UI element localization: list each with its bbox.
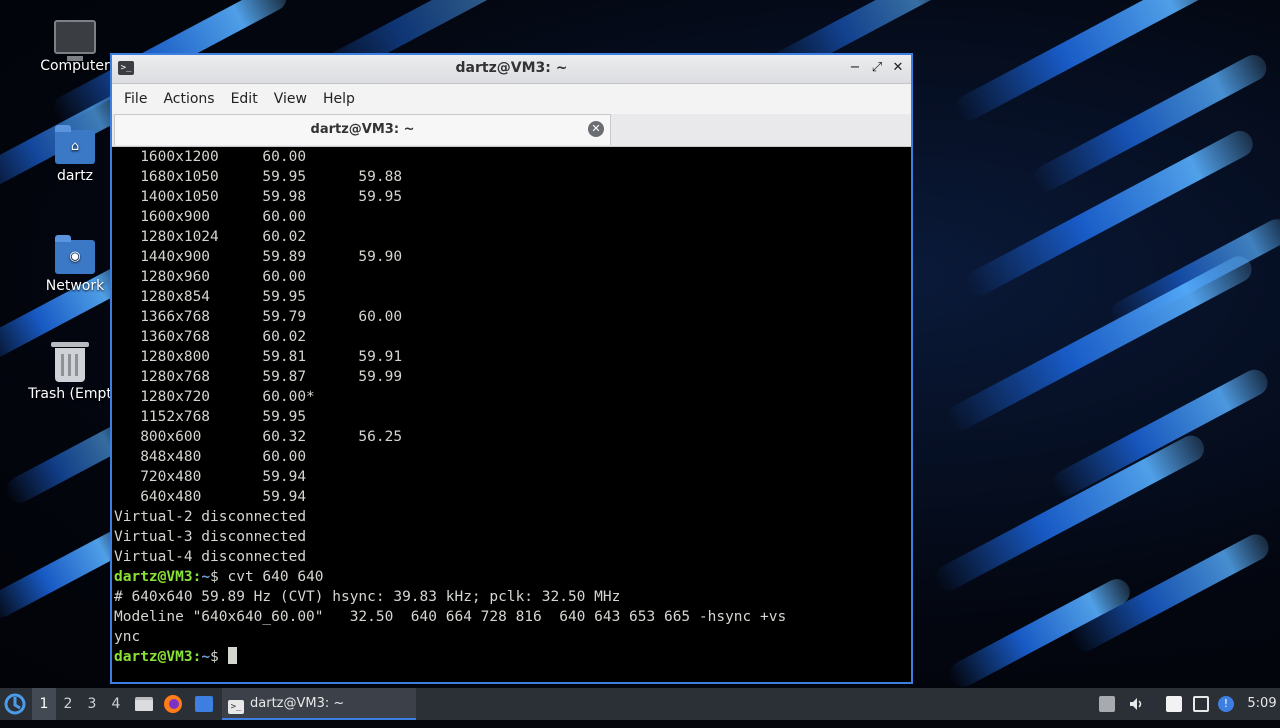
- mode-line: 848x480 60.00: [114, 449, 307, 465]
- prompt-command: $: [210, 649, 228, 665]
- window-titlebar[interactable]: >_ dartz@VM3: ~ − ⤢ ✕: [112, 55, 911, 84]
- task-label: dartz@VM3: ~: [250, 696, 345, 711]
- lxqt-logo-icon: [4, 693, 26, 715]
- show-desktop-button[interactable]: [194, 688, 216, 720]
- menu-file[interactable]: File: [116, 91, 155, 107]
- output-line: Virtual-3 disconnected: [114, 529, 307, 545]
- output-line: Virtual-2 disconnected: [114, 509, 307, 525]
- close-button[interactable]: ✕: [888, 58, 908, 78]
- terminal-tab[interactable]: dartz@VM3: ~ ✕: [114, 114, 611, 145]
- mode-line: 1600x900 60.00: [114, 209, 307, 225]
- terminal-window: >_ dartz@VM3: ~ − ⤢ ✕ File Actions Edit …: [110, 53, 913, 684]
- workspace-1[interactable]: 1: [32, 688, 56, 720]
- tab-close-icon[interactable]: ✕: [588, 121, 604, 137]
- prompt-path: ~: [201, 569, 211, 585]
- prompt-user: dartz@VM3:: [114, 649, 202, 665]
- mode-line: 1280x800 59.81 59.91: [114, 349, 403, 365]
- trash-icon: [20, 342, 120, 382]
- computer-icon: [25, 20, 125, 61]
- window-title: dartz@VM3: ~: [455, 60, 568, 76]
- firefox-icon: [164, 695, 182, 713]
- mode-line: 1440x900 59.89 59.90: [114, 249, 403, 265]
- volume-icon[interactable]: [1128, 696, 1144, 712]
- file-manager-icon: [135, 697, 153, 711]
- prompt-line: dartz@VM3:~$: [114, 647, 911, 667]
- output-line: # 640x640 59.89 Hz (CVT) hsync: 39.83 kH…: [114, 589, 621, 605]
- terminal-task-icon: >_: [228, 700, 244, 714]
- workspace-3[interactable]: 3: [80, 688, 104, 720]
- output-line: Virtual-4 disconnected: [114, 549, 307, 565]
- clipboard-icon[interactable]: [1166, 696, 1182, 712]
- desktop-icon-trash[interactable]: Trash (Empt: [20, 342, 120, 402]
- taskbar-task-terminal[interactable]: >_ dartz@VM3: ~: [222, 688, 416, 720]
- mode-line: 1280x854 59.95: [114, 289, 307, 305]
- workspace-4[interactable]: 4: [104, 688, 128, 720]
- mode-line: 800x600 60.32 56.25: [114, 429, 403, 445]
- text-cursor: [227, 647, 237, 664]
- update-notifier-icon[interactable]: !: [1218, 696, 1234, 712]
- menu-view[interactable]: View: [266, 91, 315, 107]
- clock[interactable]: 5:09: [1246, 688, 1278, 720]
- mode-line: 1400x1050 59.98 59.95: [114, 189, 403, 205]
- workspace-2[interactable]: 2: [56, 688, 80, 720]
- desktop-icon-label: Trash (Empt: [28, 386, 112, 402]
- menu-bar: File Actions Edit View Help: [112, 84, 911, 114]
- terminal-output[interactable]: 1600x1200 60.00 1680x1050 59.95 59.88 14…: [112, 147, 911, 682]
- tab-bar: dartz@VM3: ~ ✕: [112, 114, 911, 147]
- output-line: ync: [114, 629, 141, 645]
- prompt-line: dartz@VM3:~$ cvt 640 640: [114, 567, 911, 587]
- minimize-button[interactable]: −: [845, 58, 865, 78]
- mode-line: 1152x768 59.95: [114, 409, 307, 425]
- mode-line: 1360x768 60.02: [114, 329, 307, 345]
- desktop-icon-label: Network: [45, 278, 105, 294]
- output-line: Modeline "640x640_60.00" 32.50 640 664 7…: [114, 609, 787, 625]
- mode-line: 1280x720 60.00*: [114, 389, 315, 405]
- mode-line: 1280x960 60.00: [114, 269, 307, 285]
- mode-line: 1600x1200 60.00: [114, 149, 307, 165]
- tab-label: dartz@VM3: ~: [310, 122, 415, 137]
- display-icon[interactable]: [1193, 696, 1209, 712]
- mode-line: 1366x768 59.79 60.00: [114, 309, 403, 325]
- tray-arrow-icon[interactable]: [1099, 696, 1115, 712]
- mode-line: 1280x768 59.87 59.99: [114, 369, 403, 385]
- mode-line: 1680x1050 59.95 59.88: [114, 169, 403, 185]
- file-manager-launcher[interactable]: [134, 688, 156, 720]
- prompt-command: $ cvt 640 640: [210, 569, 324, 585]
- prompt-user: dartz@VM3:: [114, 569, 202, 585]
- maximize-button[interactable]: ⤢: [867, 58, 887, 78]
- mode-line: 720x480 59.94: [114, 469, 307, 485]
- app-menu-button[interactable]: [4, 688, 28, 720]
- menu-actions[interactable]: Actions: [155, 91, 222, 107]
- desktop-icon: [195, 696, 213, 712]
- taskbar: 1 2 3 4 >_ dartz@VM3: ~ ! 5:09: [0, 688, 1280, 720]
- firefox-launcher[interactable]: [163, 688, 185, 720]
- prompt-path: ~: [201, 649, 211, 665]
- menu-help[interactable]: Help: [315, 91, 363, 107]
- mode-line: 1280x1024 60.02: [114, 229, 307, 245]
- mode-line: 640x480 59.94: [114, 489, 307, 505]
- menu-edit[interactable]: Edit: [223, 91, 266, 107]
- desktop-icon-label: dartz: [56, 168, 94, 184]
